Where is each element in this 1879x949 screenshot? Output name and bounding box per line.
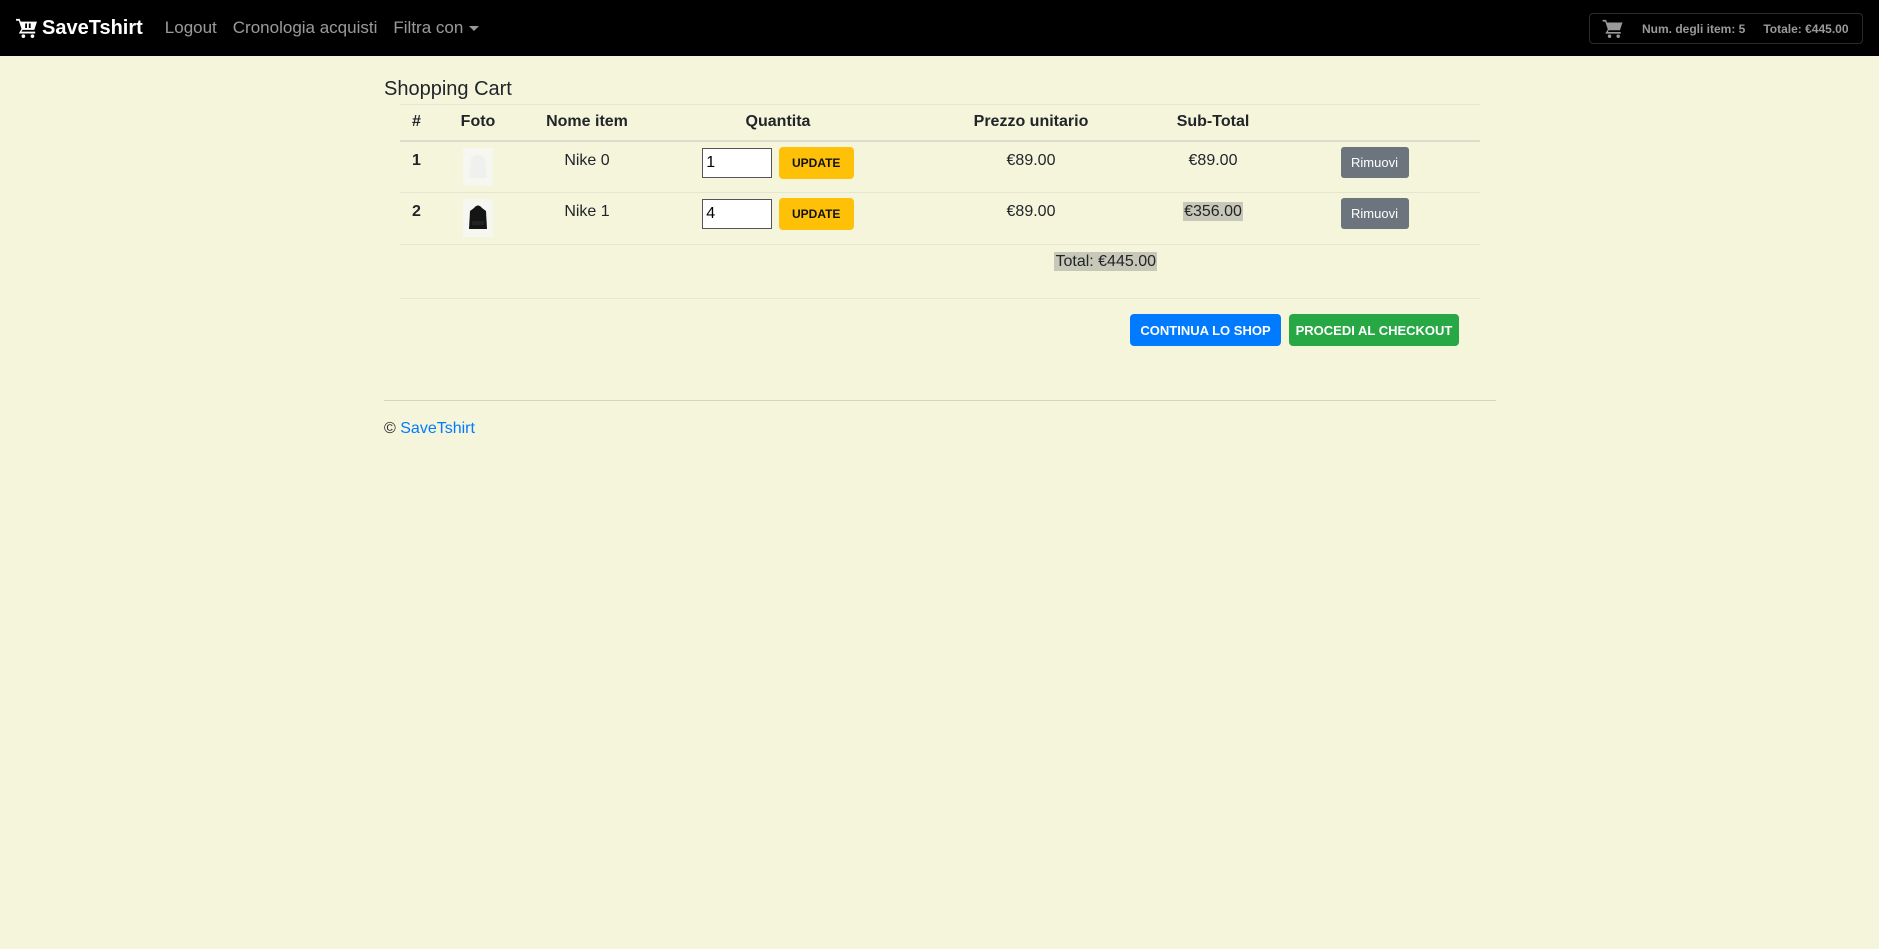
product-thumbnail — [463, 147, 493, 186]
header-actions — [1269, 104, 1480, 142]
row-unit-price: €89.00 — [905, 192, 1157, 245]
main-content: Shopping Cart # Foto Nome item Quantita … — [384, 56, 1496, 437]
brand-link[interactable]: SaveTshirt — [16, 17, 143, 40]
row-num: 1 — [400, 140, 433, 193]
footer-brand-link[interactable]: SaveTshirt — [400, 420, 475, 437]
footer: © SaveTshirt — [384, 420, 475, 438]
row-actions-cell: Rimuovi — [1269, 140, 1480, 193]
checkout-button[interactable]: PROCEDI AL CHECKOUT — [1289, 314, 1459, 346]
table-row: 2 Nike 1 UPDATE €89.00 €356.00 Rimuovi — [400, 192, 1480, 245]
row-photo-cell — [433, 192, 523, 245]
nav-logout[interactable]: Logout — [165, 18, 217, 38]
cart-summary-button[interactable]: Num. degli item: 5 Totale: €445.00 — [1589, 13, 1863, 44]
cart-icon — [1602, 19, 1623, 38]
header-num: # — [400, 104, 433, 142]
header-photo: Foto — [433, 104, 523, 142]
row-photo-cell — [433, 140, 523, 193]
row-qty-cell: UPDATE — [651, 192, 905, 245]
cart-total: Totale: €445.00 — [1763, 21, 1849, 36]
footer-divider — [384, 400, 1496, 401]
chevron-down-icon — [469, 26, 480, 32]
row-name: Nike 0 — [523, 140, 651, 193]
row-subtotal: €89.00 — [1157, 140, 1269, 193]
nav-filter-label: Filtra con — [393, 18, 464, 37]
row-subtotal: €356.00 — [1183, 202, 1243, 221]
copyright-symbol: © — [384, 420, 396, 437]
cart-count: Num. degli item: 5 — [1642, 21, 1746, 36]
product-thumbnail — [463, 199, 493, 237]
update-button[interactable]: UPDATE — [778, 198, 854, 230]
table-row: 1 Nike 0 UPDATE €89.00 €89.00 Rimuovi — [400, 140, 1480, 193]
cart-table: # Foto Nome item Quantita Prezzo unitari… — [400, 104, 1480, 301]
row-actions-cell: Rimuovi — [1269, 192, 1480, 245]
row-qty-cell: UPDATE — [651, 140, 905, 193]
navbar: SaveTshirt Logout Cronologia acquisti Fi… — [0, 0, 1879, 56]
total-row: Total: €445.00 — [400, 244, 1480, 299]
continue-shopping-button[interactable]: CONTINUA LO SHOP — [1130, 314, 1281, 346]
remove-button[interactable]: Rimuovi — [1340, 198, 1409, 229]
cart-total-amount: Total: €445.00 — [1054, 252, 1157, 271]
page-title: Shopping Cart — [384, 78, 512, 100]
brand-name: SaveTshirt — [42, 16, 143, 39]
spacer-row — [400, 298, 1480, 301]
header-unit-price: Prezzo unitario — [905, 104, 1157, 142]
header-qty: Quantita — [651, 104, 905, 142]
cart-icon — [16, 18, 37, 38]
quantity-input[interactable] — [702, 147, 773, 178]
update-button[interactable]: UPDATE — [778, 146, 854, 179]
row-unit-price: €89.00 — [905, 140, 1157, 193]
cart-actions: CONTINUA LO SHOP PROCEDI AL CHECKOUT — [1130, 314, 1459, 346]
quantity-input[interactable] — [702, 199, 773, 229]
nav-history[interactable]: Cronologia acquisti — [233, 18, 378, 38]
row-name: Nike 1 — [523, 192, 651, 245]
table-header-row: # Foto Nome item Quantita Prezzo unitari… — [400, 104, 1480, 142]
nav-filter-dropdown[interactable]: Filtra con — [393, 18, 480, 38]
row-subtotal-cell: €356.00 — [1157, 192, 1269, 245]
header-name: Nome item — [523, 104, 651, 142]
remove-button[interactable]: Rimuovi — [1340, 146, 1409, 178]
header-subtotal: Sub-Total — [1157, 104, 1269, 142]
row-num: 2 — [400, 192, 433, 245]
total-cell: Total: €445.00 — [651, 244, 1157, 299]
